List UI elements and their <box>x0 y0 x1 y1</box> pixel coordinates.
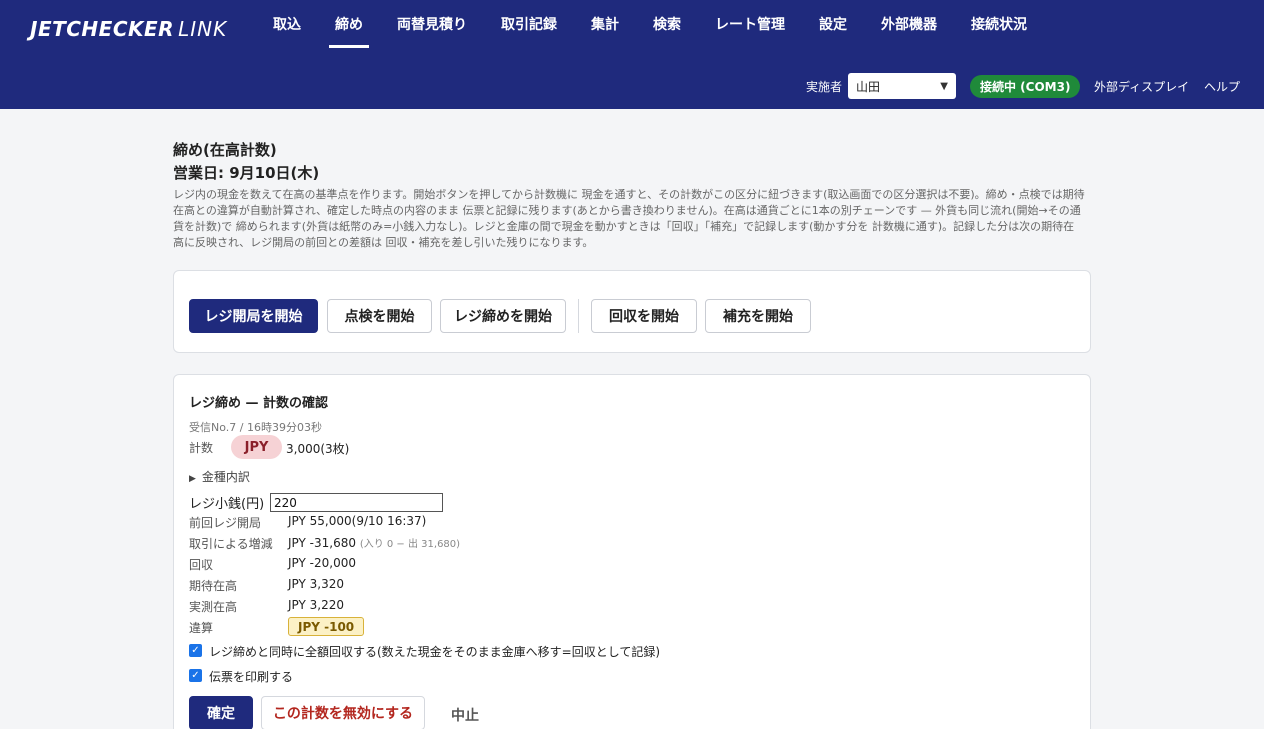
txn-delta-label: 取引による増減 <box>189 537 273 551</box>
nav-item-rate-management[interactable]: レート管理 <box>698 0 802 48</box>
collected-value: JPY -20,000 <box>288 556 356 570</box>
txn-delta-detail: (入り 0 − 出 31,680) <box>359 539 461 550</box>
cancel-link[interactable]: 中止 <box>451 705 479 725</box>
discrepancy-badge: JPY -100 <box>288 617 365 636</box>
nav-item-transactions[interactable]: 取引記録 <box>484 0 574 48</box>
coin-float-label: レジ小銭(円) <box>189 497 265 512</box>
nav-item-settings[interactable]: 設定 <box>802 0 864 48</box>
nav-item-closing[interactable]: 締め <box>318 0 380 48</box>
page-title: 締め(在高計数) <box>173 141 277 159</box>
txn-delta-amount: JPY -31,680 <box>288 536 356 550</box>
invalidate-count-button[interactable]: この計数を無効にする <box>261 696 425 729</box>
print-slip-label[interactable]: 伝票を印刷する <box>209 668 293 685</box>
inspect-button[interactable]: 点検を開始 <box>327 299 432 333</box>
actual-balance-label: 実測在高 <box>189 600 238 614</box>
replenish-button[interactable]: 補充を開始 <box>705 299 811 333</box>
operator-select-value: 山田 <box>856 79 881 94</box>
coin-float-input[interactable] <box>270 493 443 512</box>
main-nav: 取込 締め 両替見積り 取引記録 集計 検索 レート管理 設定 外部機器 接続状… <box>256 0 1044 48</box>
prev-open-value: JPY 55,000(9/10 16:37) <box>288 514 426 528</box>
prev-open-label: 前回レジ開局 <box>189 516 262 530</box>
breakdown-label: 金種内訳 <box>201 470 250 484</box>
caret-right-icon: ▶ <box>189 474 196 484</box>
print-slip-checkbox[interactable]: ✓ <box>189 669 202 682</box>
currency-badge: JPY <box>231 435 282 459</box>
collected-amount: JPY -20,000 <box>288 556 356 570</box>
logo-suffix: LINK <box>178 17 228 41</box>
received-info: 受信No.7 / 16時39分03秒 <box>189 421 322 434</box>
logo-wordmark: JETCHECKER <box>30 17 175 41</box>
count-value: 3,000(3枚) <box>286 442 350 456</box>
collect-all-checkbox[interactable]: ✓ <box>189 644 202 657</box>
nav-item-search[interactable]: 検索 <box>636 0 698 48</box>
operator-label: 実施者 <box>806 79 843 94</box>
confirm-button[interactable]: 確定 <box>189 696 253 729</box>
nav-item-external-devices[interactable]: 外部機器 <box>864 0 954 48</box>
app-header: JETCHECKER LINK 取込 締め 両替見積り 取引記録 集計 検索 レー… <box>0 0 1264 109</box>
business-day: 営業日: 9月10日(木) <box>173 164 320 182</box>
txn-delta-value: JPY -31,680 (入り 0 − 出 31,680) <box>288 535 460 550</box>
nav-item-import[interactable]: 取込 <box>256 0 318 48</box>
nav-item-summary[interactable]: 集計 <box>574 0 636 48</box>
expected-balance-value: JPY 3,320 <box>288 577 344 591</box>
chevron-down-icon: ▼ <box>940 80 948 92</box>
denomination-breakdown-toggle[interactable]: ▶ 金種内訳 <box>189 468 250 485</box>
expected-balance-amount: JPY 3,320 <box>288 577 345 591</box>
discrepancy-label: 違算 <box>189 621 214 635</box>
action-divider <box>578 299 579 333</box>
actual-balance-amount: JPY 3,220 <box>288 598 345 612</box>
expected-balance-label: 期待在高 <box>189 579 238 593</box>
count-label: 計数 <box>189 441 214 455</box>
page-description: レジ内の現金を数えて在高の基準点を作ります。開始ボタンを押してから計数機に 現金… <box>173 188 1085 249</box>
operator-select[interactable]: 山田 ▼ <box>848 73 956 99</box>
close-register-button[interactable]: レジ締めを開始 <box>440 299 566 333</box>
help-link[interactable]: ヘルプ <box>1204 73 1240 99</box>
prev-open-amount: JPY 55,000(9/10 16:37) <box>288 514 427 528</box>
collect-all-label[interactable]: レジ締めと同時に全額回収する(数えた現金をそのまま金庫へ移す=回収として記録) <box>209 643 660 660</box>
connection-status-badge: 接続中 (COM3) <box>970 75 1081 98</box>
check-icon: ✓ <box>191 645 200 656</box>
nav-item-connection-status[interactable]: 接続状況 <box>954 0 1044 48</box>
nav-item-exchange-quote[interactable]: 両替見積り <box>380 0 484 48</box>
check-icon: ✓ <box>191 670 200 681</box>
external-display-link[interactable]: 外部ディスプレイ <box>1094 73 1189 99</box>
actual-balance-value: JPY 3,220 <box>288 598 344 612</box>
open-register-button[interactable]: レジ開局を開始 <box>189 299 318 333</box>
app-logo[interactable]: JETCHECKER LINK <box>30 17 227 41</box>
collected-label: 回収 <box>189 558 214 572</box>
collect-button[interactable]: 回収を開始 <box>591 299 697 333</box>
confirm-title: レジ締め — 計数の確認 <box>189 396 329 411</box>
